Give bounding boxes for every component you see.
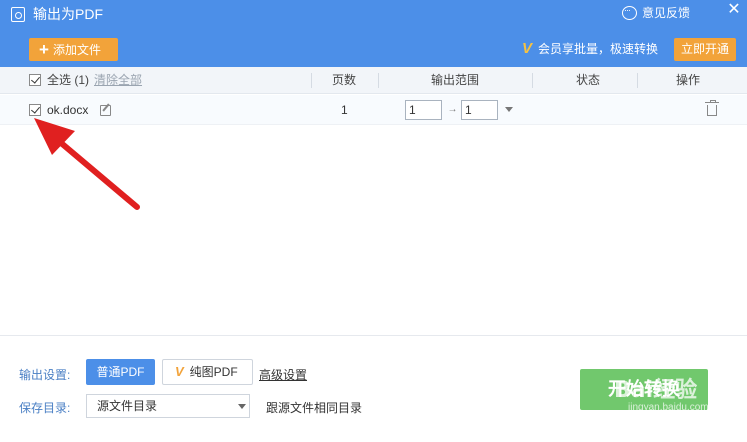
vip-promo-text: 会员享批量，极速转换 [538,42,659,56]
column-header-status: 状态 [576,73,601,87]
delete-icon[interactable] [705,100,719,116]
chevron-down-icon[interactable] [238,404,246,409]
save-dir-label: 保存目录: [19,401,71,415]
window-title: 输出为PDF [33,6,103,22]
row-checkbox[interactable] [29,104,41,116]
pdf-app-icon [11,7,25,22]
pure-image-pdf-label: 纯图PDF [189,365,238,379]
range-dropdown-icon[interactable] [505,107,513,112]
column-divider [311,73,312,88]
range-to-input[interactable]: 1 [461,100,498,120]
select-all-checkbox[interactable] [29,74,41,86]
pure-image-pdf-button[interactable]: V 纯图PDF [162,359,253,385]
column-header-range: 输出范围 [431,73,480,87]
save-dir-hint: 跟源文件相同目录 [266,401,363,415]
select-all-label: 全选 (1) [47,73,90,87]
annotation-arrow-shaft [51,134,140,210]
normal-pdf-button[interactable]: 普通PDF [86,359,155,385]
file-name: ok.docx [47,103,89,117]
table-row: ok.docx 1 1 → 1 [0,95,747,125]
vip-promo: V 会员享批量，极速转换 [522,40,658,58]
watermark-logo: Bai经验 [614,378,698,403]
column-divider [637,73,638,88]
range-arrow-icon: → [447,104,458,115]
feedback-link[interactable]: 意见反馈 [622,2,691,21]
clear-all-link[interactable]: 清除全部 [94,67,142,94]
add-file-button[interactable]: + 添加文件 [29,38,118,61]
column-header-pages: 页数 [332,73,357,87]
table-header: 全选 (1) 清除全部 页数 输出范围 状态 操作 [0,67,747,94]
watermark-url: jingyan.baidu.com [628,402,709,413]
output-settings-label: 输出设置: [19,368,71,382]
column-divider [532,73,533,88]
plus-icon: + [39,40,49,59]
feedback-label: 意见反馈 [642,6,691,20]
column-divider [378,73,379,88]
close-button[interactable]: ✕ [725,1,743,19]
vip-icon: V [522,40,533,57]
page-count: 1 [341,103,348,117]
advanced-settings-link[interactable]: 高级设置 [259,366,307,383]
column-header-actions: 操作 [676,73,701,87]
vip-icon: V [175,364,184,379]
range-from-input[interactable]: 1 [405,100,442,120]
save-dir-select[interactable]: 源文件目录 [86,394,250,418]
rename-icon[interactable] [100,105,111,116]
open-membership-button[interactable]: 立即开通 [674,38,736,61]
chat-bubble-icon [622,2,637,20]
add-file-label: 添加文件 [52,43,101,57]
